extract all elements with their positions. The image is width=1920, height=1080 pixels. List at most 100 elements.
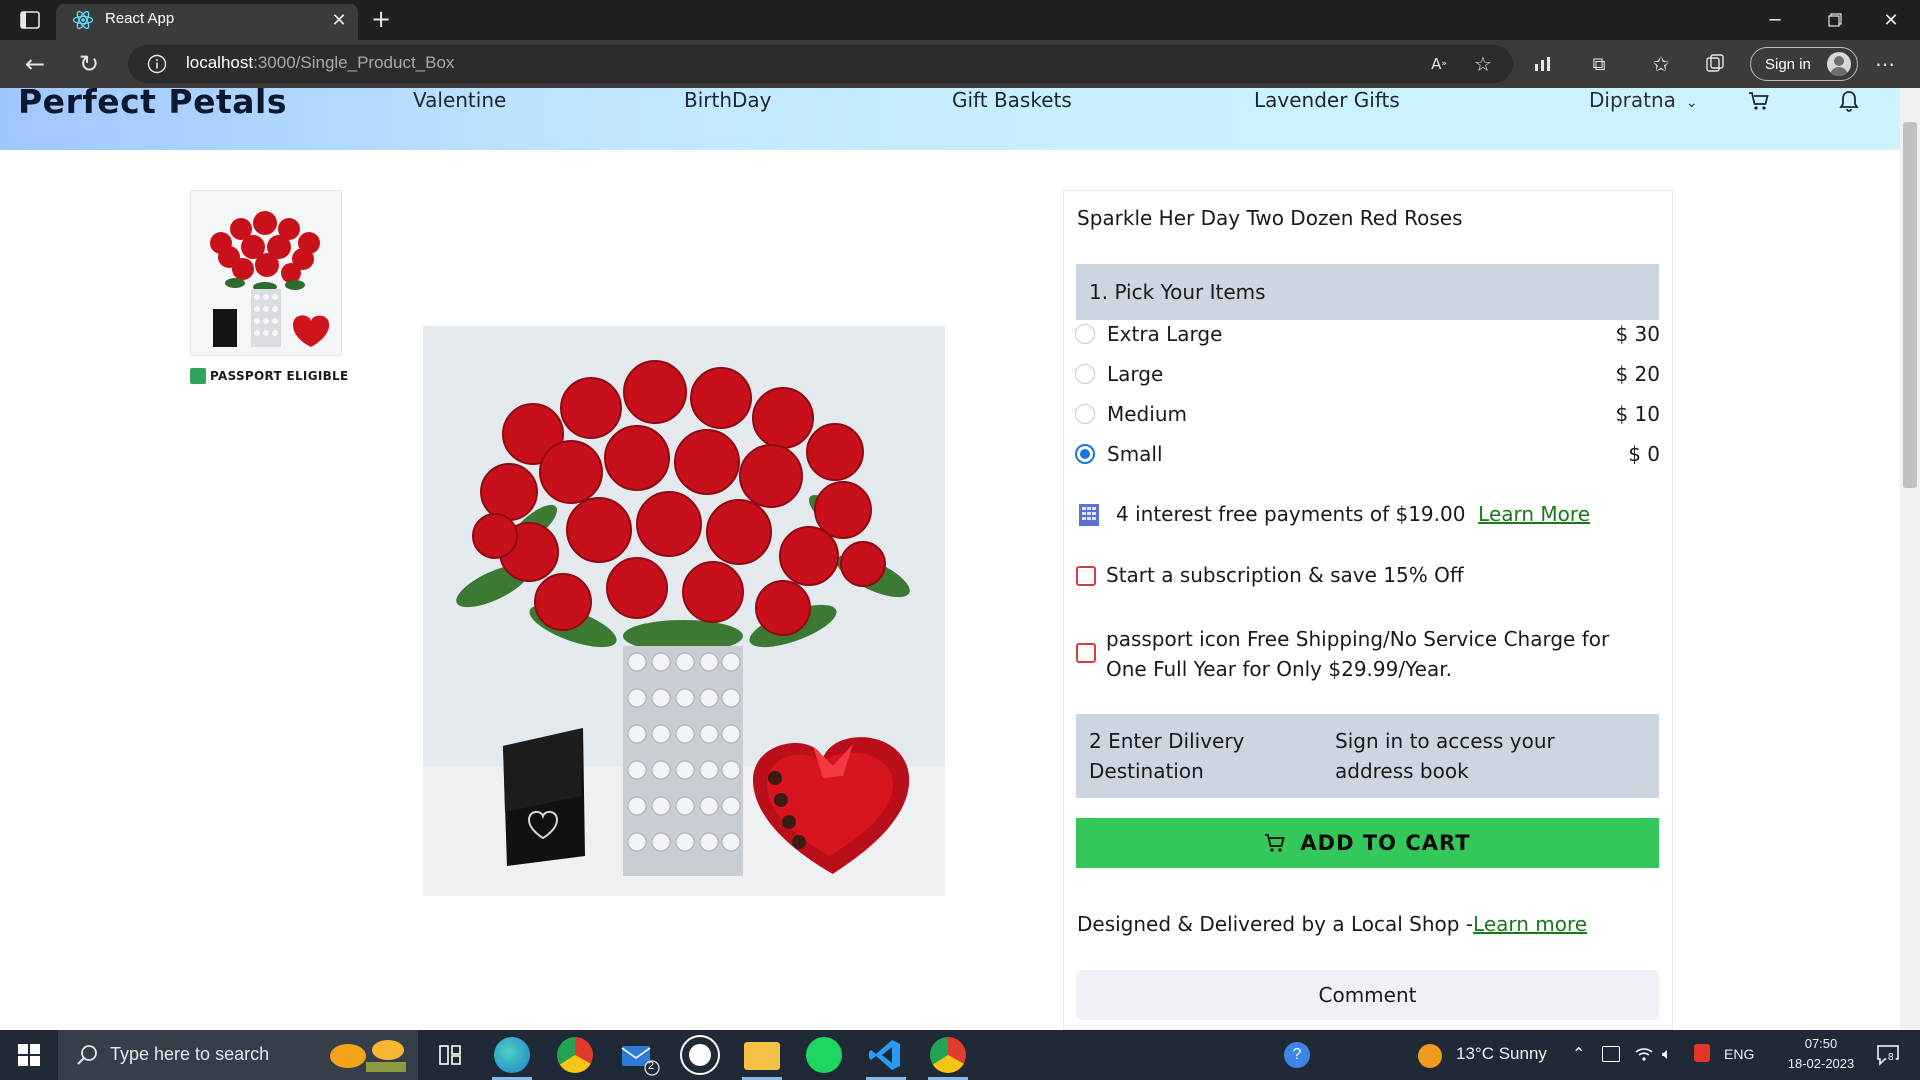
local-shop-row: Designed & Delivered by a Local Shop -Le… [1077,912,1587,936]
weather-text[interactable]: 13°C Sunny [1456,1044,1547,1064]
installments-text: 4 interest free payments of $19.00 [1116,502,1466,526]
option-price: $ 0 [1628,442,1660,466]
radio-extra-large[interactable] [1075,324,1095,344]
add-to-cart-button[interactable]: ADD TO CART [1076,818,1659,868]
cart-icon[interactable] [1746,88,1772,114]
comment-label: Comment [1318,983,1417,1007]
user-name: Dipratna [1589,88,1676,112]
more-menu-icon[interactable]: ⋯ [1872,52,1898,76]
installments-row: 4 interest free payments of $19.00 Learn… [1116,502,1590,526]
passport-offer-label: passport icon Free Shipping/No Service C… [1106,627,1610,681]
windows-start-icon[interactable] [18,1044,40,1066]
size-option-large[interactable]: Large $ 20 [1075,359,1660,389]
wifi-icon[interactable] [1634,1044,1654,1066]
size-option-medium[interactable]: Medium $ 10 [1075,399,1660,429]
notifications-icon[interactable]: 8 [1876,1044,1900,1066]
language-indicator[interactable]: ENG [1724,1046,1754,1062]
mail-taskbar-icon[interactable]: 2 [620,1042,660,1076]
brand-logo[interactable]: Perfect Petals [18,82,287,121]
chrome-taskbar-icon[interactable] [557,1037,593,1073]
radio-large[interactable] [1075,364,1095,384]
address-book-signin-link[interactable]: Sign in to access your address book [1335,726,1635,786]
size-option-small[interactable]: Small $ 0 [1075,439,1660,469]
refresh-icon[interactable]: ↻ [74,50,104,78]
comment-button[interactable]: Comment [1076,970,1659,1020]
weather-sun-icon [1418,1044,1442,1068]
file-explorer-taskbar-icon[interactable] [744,1042,780,1070]
new-tab-icon[interactable]: + [368,5,394,33]
passport-checkbox[interactable] [1076,643,1096,663]
back-arrow-icon[interactable]: ← [20,50,50,78]
mail-badge-count: 2 [648,1060,655,1072]
nav-link-valentine[interactable]: Valentine [413,88,506,112]
subscription-checkbox[interactable] [1076,566,1096,586]
collections-icon[interactable] [1702,52,1728,76]
spotify-taskbar-icon[interactable] [806,1037,842,1073]
url-text[interactable]: localhost:3000/Single_Product_Box [186,53,454,73]
clock-date: 18-02-2023 [1787,1056,1855,1071]
task-view-icon[interactable] [438,1044,462,1066]
restore-icon[interactable] [1820,8,1850,32]
volume-icon[interactable]: 🔈︎ [1662,1044,1672,1064]
react-logo-icon [72,9,94,31]
scrollbar-thumb[interactable] [1903,122,1917,488]
option-label: Medium [1107,402,1187,426]
tray-display-icon[interactable] [1602,1046,1620,1062]
local-shop-learn-more-link[interactable]: Learn more [1473,912,1587,936]
passport-label-text: PASSPORT ELIGIBLE [210,369,349,383]
notification-count: 8 [1886,1052,1896,1063]
local-shop-text: Designed & Delivered by a Local Shop - [1077,912,1474,936]
product-thumbnail[interactable] [190,190,342,356]
option-label: Large [1107,362,1164,386]
minimize-icon[interactable]: ─ [1760,8,1790,32]
tab-actions-icon[interactable] [18,8,42,32]
product-main-image [423,326,945,896]
url-host: localhost [186,53,254,72]
sign-in-button[interactable]: Sign in [1750,47,1858,81]
option-price: $ 30 [1615,322,1660,346]
url-path: :3000/Single_Product_Box [253,53,455,72]
add-favorite-icon[interactable]: ☆ [1470,52,1496,76]
vscode-taskbar-icon[interactable] [868,1038,902,1072]
clock[interactable]: 07:50 18-02-2023 [1786,1034,1856,1074]
help-icon[interactable]: ? [1284,1042,1310,1068]
radio-small[interactable] [1075,444,1095,464]
extensions-icon[interactable]: ⧉ [1586,52,1612,76]
nav-link-birthday[interactable]: BirthDay [684,88,772,112]
performance-icon[interactable] [1530,52,1556,76]
pick-items-heading: 1. Pick Your Items [1089,280,1266,304]
option-price: $ 20 [1615,362,1660,386]
nav-link-gift-baskets[interactable]: Gift Baskets [952,88,1072,112]
sign-in-label: Sign in [1765,55,1811,73]
pick-items-header: 1. Pick Your Items [1076,264,1659,320]
tab-title: React App [105,10,175,27]
user-menu[interactable]: Dipratna ⌄ [1589,88,1698,112]
profile-avatar-icon [1827,52,1851,76]
close-window-icon[interactable]: ✕ [1876,8,1906,32]
bell-icon[interactable] [1836,88,1862,114]
taskbar-search-placeholder: Type here to search [110,1044,270,1064]
installments-icon [1078,503,1100,527]
chrome-profile-taskbar-icon[interactable] [930,1037,966,1073]
tab-react-app[interactable] [56,4,358,40]
delivery-header: 2 Enter Dilivery Destination Sign in to … [1076,714,1659,798]
passport-eligible-badge: PASSPORT ELIGIBLE [190,368,349,384]
antivirus-icon[interactable] [1694,1044,1710,1062]
chevron-down-icon: ⌄ [1685,95,1698,111]
clock-time: 07:50 [1804,1036,1838,1051]
favorites-icon[interactable]: ✩ [1648,52,1674,76]
installments-learn-more-link[interactable]: Learn More [1478,502,1590,526]
tray-chevron-up-icon[interactable]: ⌃ [1572,1044,1585,1063]
close-tab-icon[interactable]: ✕ [328,9,350,31]
radio-medium[interactable] [1075,404,1095,424]
read-aloud-icon[interactable]: A» [1426,52,1452,76]
nav-link-lavender-gifts[interactable]: Lavender Gifts [1254,88,1400,112]
search-icon [76,1044,98,1066]
product-title: Sparkle Her Day Two Dozen Red Roses [1077,206,1463,230]
option-label: Extra Large [1107,322,1223,346]
edge-taskbar-icon[interactable] [494,1037,530,1073]
site-info-icon[interactable] [146,53,168,75]
size-option-extra-large[interactable]: Extra Large $ 30 [1075,319,1660,349]
github-taskbar-icon[interactable] [682,1037,718,1073]
passport-icon [190,368,206,384]
